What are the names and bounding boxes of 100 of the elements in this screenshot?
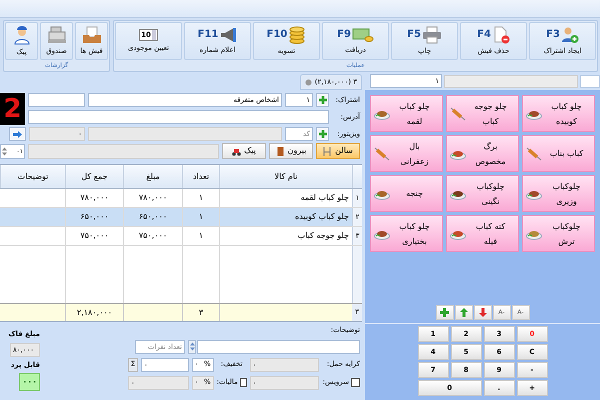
input-field[interactable] [580,74,600,88]
coins-icon [288,26,306,44]
menu-item-label: ترش [558,236,575,248]
column-header[interactable]: توضیحات [0,165,65,188]
menu-item-label: کوبیده [556,116,577,128]
menu-item-button[interactable]: بال زعفرانی [370,135,443,172]
banknote-icon [352,26,374,43]
plus-icon [440,308,449,317]
menu-item-label: وزیری [556,196,577,208]
guests-spinner[interactable] [188,340,196,354]
arrow-down-icon [478,308,486,317]
table-cell: ۱ [182,189,219,207]
menu-item-button[interactable]: چلو کباب کوبیده [522,95,595,132]
menu-item-label: چلوکباب [476,180,504,193]
order-type-button[interactable]: سالن [316,143,360,159]
cash-register-icon [46,26,66,44]
menu-item-label: کباب [482,116,499,128]
table-cell: چلو کباب لقمه [219,189,352,207]
add-button[interactable] [316,127,329,141]
menu-item-button[interactable]: چلوکباب نگینی [446,175,519,212]
add-button[interactable] [316,93,329,107]
arrow-right-icon [13,130,22,138]
menu-item-label: بختیاری [402,236,427,248]
order-type-button[interactable]: پیک [222,143,266,159]
table-cell: ۶۵۰,۰۰۰ [123,208,182,226]
shortcut-key: F9 [337,27,351,42]
checkbox[interactable] [351,378,360,387]
arrow-up-icon [460,308,468,317]
menu-item-label: چلو جوجه [474,100,507,113]
plus-icon [318,130,326,138]
total-cell: ۳ [182,304,219,321]
menu-item-button[interactable]: کته کباب فیله [446,215,519,252]
address-field[interactable] [28,110,329,124]
shortcut-key: F11 [198,27,218,42]
menu-item-button[interactable]: چلو کباب بختیاری [370,215,443,252]
digital-display: 2 [0,93,25,125]
column-header[interactable]: جمع کل [65,165,123,188]
user-add-icon [560,26,579,44]
menu-item-label: نگینی [481,196,500,208]
arrow-button[interactable] [9,127,26,141]
menu-item-button[interactable]: چلوکباب وزیری [522,175,595,212]
column-header[interactable]: مبلغ [123,165,182,188]
paper-tray-icon [82,26,102,44]
menu-item-button[interactable]: کباب بناب [522,135,595,172]
table-cell: ۱ [182,208,219,226]
plus-icon [318,96,326,104]
order-type-button[interactable]: بیرون [269,143,313,159]
menu-item-label: زعفرانی [400,156,429,168]
menu-item-label: مخصوص [475,156,506,168]
spinner-arrows-icon [2,146,7,156]
courier-icon [12,24,30,45]
input-field[interactable] [28,93,85,107]
input-field[interactable] [28,144,219,158]
shortcut-key: F5 [407,27,421,42]
menu-item-button[interactable]: چلوکباب ترش [522,215,595,252]
total-cell: ۲,۱۸۰,۰۰۰ [65,304,123,321]
table-cell: چلو جوجه کباب [219,227,352,245]
table-cell: ۶۵۰,۰۰۰ [65,208,123,226]
menu-item-label: چلوکباب [552,180,580,193]
menu-item-label: برگ [484,140,498,153]
table-cell: چلو کباب کوبیده [219,208,352,226]
spinner-arrows-icon [190,342,194,351]
menu-item-label: چلو کباب [399,100,430,113]
shortcut-key: F4 [477,27,491,42]
menu-item-button[interactable]: چنجه [370,175,443,212]
toolbar-button[interactable] [436,305,454,320]
menu-item-label: کباب بناب [550,148,584,160]
table-cell: ۱ [182,227,219,245]
menu-item-button[interactable]: چلو کباب لقمه [370,95,443,132]
table-cell: ۷۸۰,۰۰۰ [123,189,182,207]
skewer-icon [450,106,466,120]
menu-item-label: فیله [484,236,498,248]
toolbar-button[interactable] [474,305,492,320]
menu-item-label: چلو کباب [551,100,582,113]
notes-field[interactable] [197,340,360,354]
skewer-icon [374,146,390,160]
shortcut-key: F10 [266,27,288,42]
printer-icon [422,26,442,44]
menu-item-button[interactable]: چلو جوجه کباب [446,95,519,132]
table-cell: ۷۸۰,۰۰۰ [65,189,123,207]
menu-item-label: چنجه [406,188,423,200]
menu-item-label: چلوکباب [552,220,580,233]
menu-item-label: بال [409,140,420,152]
payable-field: ۰۰۰ [19,373,40,391]
menu-item-button[interactable]: برگ مخصوص [446,135,519,172]
input-field[interactable] [444,74,578,88]
skewer-icon [526,146,542,160]
order-type-icon [232,146,242,156]
column-header[interactable]: تعداد [182,165,219,188]
order-type-icon [323,146,332,156]
checkbox[interactable] [240,378,247,387]
toolbar-button[interactable] [454,305,472,320]
menu-item-label: چلو کباب [399,220,430,233]
menu-item-label: کته کباب [476,220,506,232]
input-field[interactable] [88,127,282,141]
circle-icon [304,78,312,86]
table-cell: ۷۵۰,۰۰۰ [123,227,182,245]
column-header[interactable]: نام کالا [219,165,352,188]
menu-item-label: لقمه [406,116,422,128]
order-type-icon [276,146,285,156]
